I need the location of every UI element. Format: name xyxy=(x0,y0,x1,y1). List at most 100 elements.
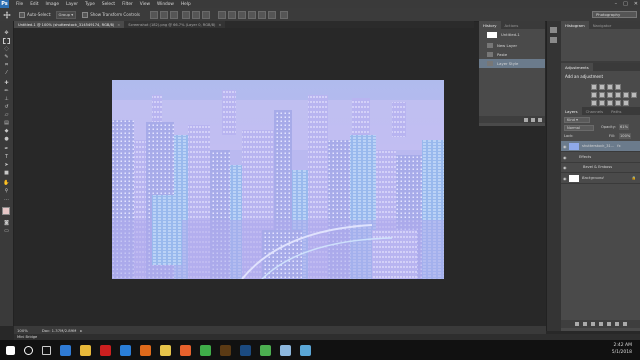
black-white-icon[interactable] xyxy=(615,92,621,98)
store-icon[interactable] xyxy=(120,344,131,356)
menu-file[interactable]: File xyxy=(16,2,23,7)
crop-tool-icon[interactable]: ⌗ xyxy=(2,61,11,68)
file-explorer-icon[interactable] xyxy=(80,344,91,356)
delete-layer-icon[interactable] xyxy=(622,322,627,326)
hand-tool-icon[interactable]: ✋ xyxy=(2,179,11,186)
tab-layers[interactable]: Layers xyxy=(561,107,582,115)
eye-icon[interactable]: ◉ xyxy=(563,155,569,160)
tab-history[interactable]: History xyxy=(479,21,501,29)
tab-close-icon[interactable]: × xyxy=(218,23,221,27)
auto-align-icon[interactable] xyxy=(279,10,288,19)
extra-tools-icon[interactable]: … xyxy=(2,195,11,202)
menu-edit[interactable]: Edit xyxy=(30,2,38,7)
align-right-icon[interactable] xyxy=(201,10,210,19)
minimize-button[interactable]: – xyxy=(615,1,618,7)
transform-controls-checkbox[interactable] xyxy=(82,11,89,18)
firefox-icon[interactable] xyxy=(180,344,191,356)
paint-icon[interactable] xyxy=(300,344,311,356)
distribute-left-icon[interactable] xyxy=(247,10,256,19)
history-item-selected[interactable]: Layer Style xyxy=(479,59,545,68)
distribute-top-icon[interactable] xyxy=(217,10,226,19)
distribute-right-icon[interactable] xyxy=(267,10,276,19)
move-tool-icon[interactable]: ✥ xyxy=(2,29,11,36)
history-snapshot[interactable]: Untitled-1 xyxy=(479,30,545,39)
opacity-input[interactable]: 61% xyxy=(619,124,629,130)
tab-paths[interactable]: Paths xyxy=(607,107,625,115)
document-image[interactable] xyxy=(112,80,444,279)
layer-row-background[interactable]: ◉ Background 🔒 xyxy=(561,173,640,184)
workspace-dropdown[interactable]: Photography xyxy=(592,11,637,18)
menu-filter[interactable]: Filter xyxy=(122,2,133,7)
dodge-tool-icon[interactable]: ● xyxy=(2,135,11,142)
lasso-tool-icon[interactable]: ◌ xyxy=(2,45,11,52)
media-player-icon[interactable] xyxy=(140,344,151,356)
fx-icon[interactable]: fx xyxy=(617,144,620,148)
vibrance-icon[interactable] xyxy=(591,92,597,98)
quick-select-tool-icon[interactable]: ✎ xyxy=(2,53,11,60)
tab-adjustments[interactable]: Adjustments xyxy=(561,63,593,71)
add-style-icon[interactable] xyxy=(582,322,587,326)
illustrator-icon[interactable] xyxy=(220,344,231,356)
menu-image[interactable]: Image xyxy=(46,2,59,7)
eyedropper-tool-icon[interactable]: ⁄ xyxy=(2,69,11,76)
zoom-level[interactable]: 100% xyxy=(17,328,28,333)
actions-dock-icon[interactable] xyxy=(550,37,557,43)
photo-filter-icon[interactable] xyxy=(623,92,629,98)
levels-icon[interactable] xyxy=(599,84,605,90)
menu-select[interactable]: Select xyxy=(102,2,115,7)
align-center-icon[interactable] xyxy=(191,10,200,19)
channel-mixer-icon[interactable] xyxy=(631,92,637,98)
invert-icon[interactable] xyxy=(591,100,597,106)
clone-stamp-tool-icon[interactable]: ⊥ xyxy=(2,95,11,102)
tab-actions[interactable]: Actions xyxy=(501,21,523,29)
distribute-bottom-icon[interactable] xyxy=(237,10,246,19)
tab-channels[interactable]: Channels xyxy=(582,107,608,115)
pen-tool-icon[interactable]: ✒ xyxy=(2,145,11,152)
status-arrow-icon[interactable]: ▸ xyxy=(80,328,82,333)
maximize-button[interactable]: □ xyxy=(623,1,628,7)
blend-mode-dropdown[interactable]: Normal xyxy=(564,125,594,131)
layer-row-selected[interactable]: ◉ shutterstock_31... fx xyxy=(561,141,640,152)
align-bottom-icon[interactable] xyxy=(169,10,178,19)
gradient-tool-icon[interactable]: ▤ xyxy=(2,119,11,126)
adjustment-layer-icon[interactable] xyxy=(598,322,603,326)
quick-mask-icon[interactable]: ◙ xyxy=(2,219,11,226)
history-item[interactable]: New Layer xyxy=(479,41,545,50)
align-middle-icon[interactable] xyxy=(159,10,168,19)
green-app-icon[interactable] xyxy=(200,344,211,356)
mini-bridge-tab[interactable]: Mini Bridge xyxy=(17,335,37,339)
color-balance-icon[interactable] xyxy=(607,92,613,98)
posterize-icon[interactable] xyxy=(599,100,605,106)
brightness-icon[interactable] xyxy=(591,84,597,90)
new-group-icon[interactable] xyxy=(606,322,611,326)
zoom-tool-icon[interactable]: ⚲ xyxy=(2,187,11,194)
distribute-middle-icon[interactable] xyxy=(227,10,236,19)
tab-untitled-1[interactable]: Untitled-1 @ 100% (shutterstock_31454917… xyxy=(14,21,125,28)
menu-layer[interactable]: Layer xyxy=(66,2,78,7)
marquee-tool-icon[interactable] xyxy=(2,37,11,44)
fill-input[interactable]: 100% xyxy=(619,133,632,139)
menu-view[interactable]: View xyxy=(140,2,150,7)
tab-close-icon[interactable]: × xyxy=(117,23,120,27)
menu-type[interactable]: Type xyxy=(85,2,95,7)
type-tool-icon[interactable]: T xyxy=(2,153,11,160)
menu-help[interactable]: Help xyxy=(181,2,191,7)
auto-select-dropdown[interactable]: Group ▾ xyxy=(55,10,77,19)
chrome-icon[interactable] xyxy=(260,344,271,356)
selective-color-icon[interactable] xyxy=(615,100,621,106)
search-icon[interactable] xyxy=(24,345,33,355)
link-layers-icon[interactable] xyxy=(574,322,579,326)
new-document-icon[interactable] xyxy=(524,117,528,122)
tab-histogram[interactable]: Histogram xyxy=(561,21,589,29)
distribute-center-icon[interactable] xyxy=(257,10,266,19)
blur-tool-icon[interactable]: ◆ xyxy=(2,127,11,134)
gradient-map-icon[interactable] xyxy=(623,100,629,106)
photoshop-icon[interactable] xyxy=(240,344,251,356)
foreground-color-swatch[interactable] xyxy=(2,207,10,215)
threshold-icon[interactable] xyxy=(607,100,613,106)
windows-icon[interactable] xyxy=(6,345,15,355)
move-tool-preset-icon[interactable] xyxy=(3,10,11,19)
history-brush-tool-icon[interactable]: ↺ xyxy=(2,103,11,110)
healing-brush-tool-icon[interactable]: ✚ xyxy=(2,79,11,86)
tab-navigator[interactable]: Navigator xyxy=(589,21,616,29)
